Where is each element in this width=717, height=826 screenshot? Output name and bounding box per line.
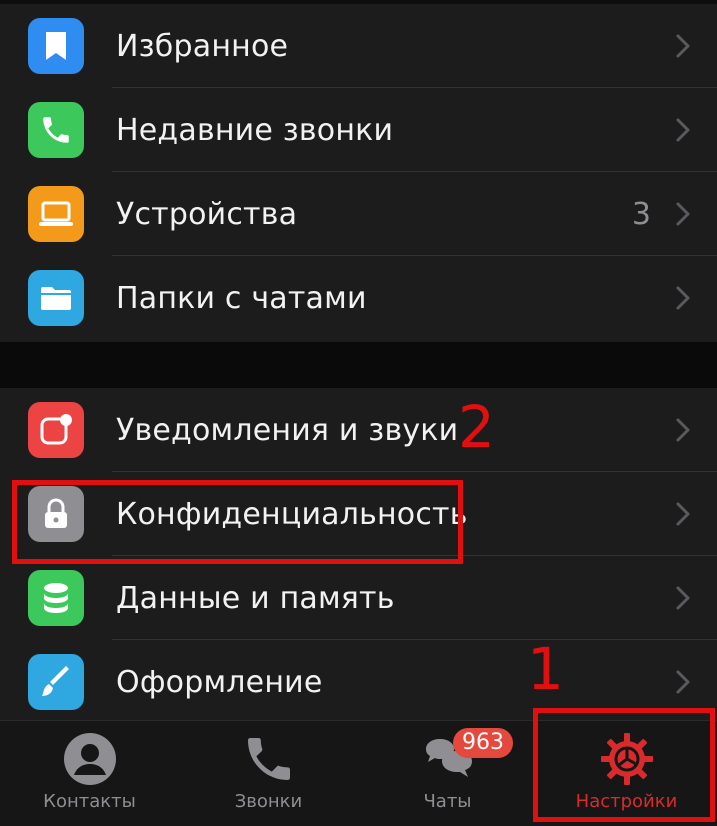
phone-icon — [247, 738, 290, 780]
phone-icon — [28, 102, 84, 158]
tab-calls[interactable]: Звонки — [179, 721, 358, 826]
privacy-highlight-box — [12, 480, 463, 564]
settings-item-label: Папки с чатами — [116, 280, 367, 316]
settings-item-devices[interactable]: Устройства 3 — [0, 172, 717, 256]
unread-badge: 963 — [453, 728, 513, 758]
step-2-number: 2 — [458, 393, 495, 461]
settings-item-label: Устройства — [116, 196, 298, 232]
settings-item-favorites[interactable]: Избранное — [0, 4, 717, 88]
settings-item-label: Уведомления и звуки — [116, 412, 459, 448]
settings-item-label: Данные и память — [116, 580, 395, 616]
step-1-number: 1 — [527, 635, 564, 703]
tab-label: Чаты — [423, 791, 472, 812]
folder-icon — [28, 270, 84, 326]
chevron-right-icon — [676, 586, 690, 610]
chevron-right-icon — [676, 34, 690, 58]
settings-item-label: Оформление — [116, 664, 323, 700]
person-icon — [63, 733, 116, 785]
bookmark-icon — [28, 18, 84, 74]
devices-count: 3 — [631, 196, 651, 232]
settings-item-notifications[interactable]: Уведомления и звуки — [0, 388, 717, 472]
chevron-right-icon — [676, 202, 690, 226]
settings-item-recent-calls[interactable]: Недавние звонки — [0, 88, 717, 172]
chevron-right-icon — [676, 118, 690, 142]
chevron-right-icon — [676, 670, 690, 694]
settings-item-chat-folders[interactable]: Папки с чатами — [0, 256, 717, 340]
chevron-right-icon — [676, 502, 690, 526]
settings-item-label: Избранное — [116, 28, 289, 64]
settings-tab-highlight-box — [533, 708, 715, 822]
laptop-icon — [28, 186, 84, 242]
chevron-right-icon — [676, 286, 690, 310]
settings-group-top: Избранное Недавние звонки Устройства 3 П… — [0, 0, 717, 346]
tab-label: Звонки — [234, 791, 303, 812]
brush-icon — [28, 654, 84, 710]
tab-label: Контакты — [43, 791, 136, 812]
database-icon — [28, 570, 84, 626]
settings-item-data-storage[interactable]: Данные и память — [0, 556, 717, 640]
notification-icon — [28, 402, 84, 458]
tab-chats[interactable]: 963 Чаты — [358, 721, 537, 826]
section-gap — [0, 342, 717, 388]
tab-contacts[interactable]: Контакты — [0, 721, 179, 826]
settings-item-label: Недавние звонки — [116, 112, 394, 148]
chevron-right-icon — [676, 418, 690, 442]
